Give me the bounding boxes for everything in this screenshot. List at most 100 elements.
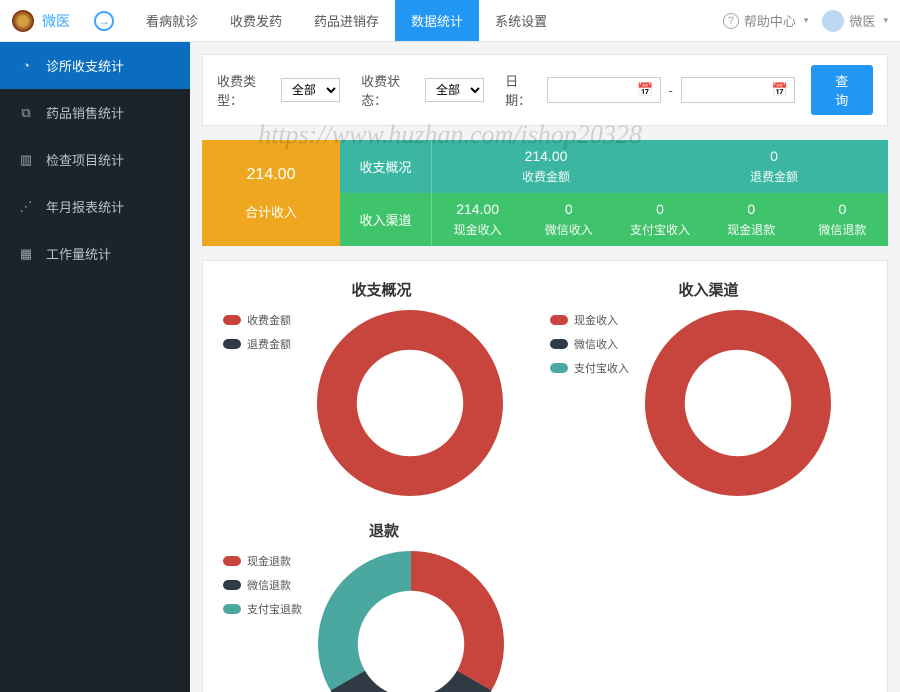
- date-from-input[interactable]: 📅: [547, 77, 661, 103]
- legend-label: 支付宝退款: [247, 601, 302, 617]
- query-button[interactable]: 查询: [811, 65, 873, 115]
- legend-item: 收费金额: [223, 312, 301, 328]
- chart-title: 收入渠道: [550, 279, 867, 300]
- sidebar-item-label: 检查项目统计: [46, 150, 124, 169]
- summary-cell-value: 0: [770, 148, 778, 164]
- sidebar-item-label: 药品销售统计: [46, 103, 124, 122]
- donut-chart: [643, 308, 833, 498]
- main-content: 收费类型： 全部 收费状态： 全部 日期： 📅 - 📅 查询 214.00 合计…: [190, 42, 900, 692]
- legend-swatch: [223, 604, 241, 614]
- summary-total-label: 合计收入: [245, 202, 297, 221]
- legend-item: 微信退款: [223, 577, 302, 593]
- sidebar-item[interactable]: ◔ 诊所收支统计: [0, 42, 190, 89]
- legend-label: 微信收入: [574, 336, 618, 352]
- help-label: 帮助中心: [744, 11, 796, 30]
- summary-cell-label: 支付宝收入: [630, 221, 690, 238]
- sidebar-item-label: 年月报表统计: [46, 197, 124, 216]
- summary-cell: 0 微信退款: [797, 193, 888, 246]
- summary-cell: 214.00 现金收入: [432, 193, 523, 246]
- sidebar-item-label: 诊所收支统计: [46, 56, 124, 75]
- legend-item: 支付宝收入: [550, 360, 629, 376]
- filter-bar: 收费类型： 全部 收费状态： 全部 日期： 📅 - 📅 查询: [202, 54, 888, 126]
- top-tab[interactable]: 收费发药: [214, 0, 298, 41]
- user-menu[interactable]: 微医 ▾: [822, 10, 888, 32]
- legend-label: 现金收入: [574, 312, 618, 328]
- sidebar-item-label: 工作量统计: [46, 244, 111, 263]
- user-name: 微医: [849, 11, 875, 30]
- bar-icon: ▥: [18, 152, 34, 168]
- legend-item: 现金收入: [550, 312, 629, 328]
- legend-item: 微信收入: [550, 336, 629, 352]
- summary-cell-value: 0: [839, 201, 847, 217]
- legend-label: 支付宝收入: [574, 360, 629, 376]
- legend-swatch: [223, 339, 241, 349]
- summary-cell-label: 收费金额: [522, 168, 570, 185]
- avatar-icon: [822, 10, 844, 32]
- summary-cell: 0 支付宝收入: [614, 193, 705, 246]
- help-link[interactable]: ? 帮助中心 ▾: [723, 11, 809, 30]
- date-sep: -: [669, 83, 673, 98]
- legend-label: 微信退款: [247, 577, 291, 593]
- top-tab[interactable]: 数据统计: [395, 0, 479, 41]
- summary-cell-value: 0: [656, 201, 664, 217]
- legend-swatch: [223, 315, 241, 325]
- topbar: 微医 → 看病就诊收费发药药品进销存数据统计系统设置 ? 帮助中心 ▾ 微医 ▾: [0, 0, 900, 42]
- legend-item: 现金退款: [223, 553, 302, 569]
- chart-title: 收支概况: [223, 279, 540, 300]
- chart-legend: 现金退款微信退款支付宝退款: [223, 549, 302, 617]
- legend-swatch: [223, 580, 241, 590]
- fee-status-label: 收费状态：: [361, 71, 417, 109]
- logo-icon: [12, 10, 34, 32]
- summary-cell-label: 现金收入: [454, 221, 502, 238]
- summary-total-value: 214.00: [247, 166, 296, 184]
- sidebar-item[interactable]: ▥ 检查项目统计: [0, 136, 190, 183]
- top-tab[interactable]: 系统设置: [479, 0, 563, 41]
- summary-cell: 0 退费金额: [660, 140, 888, 193]
- sidebar-item[interactable]: ⧉ 药品销售统计: [0, 89, 190, 136]
- summary-cell: 0现金退款: [706, 193, 797, 246]
- fee-type-select[interactable]: 全部: [281, 78, 340, 102]
- top-tab[interactable]: 药品进销存: [298, 0, 395, 41]
- legend-swatch: [223, 556, 241, 566]
- summary-total: 214.00 合计收入: [202, 140, 340, 246]
- summary-row-overview: 收支概况 214.00 收费金额 0 退费金额: [340, 140, 888, 193]
- legend-label: 现金退款: [247, 553, 291, 569]
- chart-channels: 收入渠道现金收入微信收入支付宝收入: [550, 279, 867, 498]
- fee-type-label: 收费类型：: [217, 71, 273, 109]
- copy-icon: ⧉: [18, 105, 34, 121]
- pie-icon: ◔: [18, 58, 34, 73]
- chevron-down-icon: ▾: [804, 15, 809, 26]
- legend-label: 收费金额: [247, 312, 291, 328]
- charts-panel: 收支概况收费金额退费金额 收入渠道现金收入微信收入支付宝收入 退款现金退款微信退…: [202, 260, 888, 692]
- summary-cell-label: 微信退款: [818, 221, 866, 238]
- summary-cell: 214.00 收费金额: [432, 140, 660, 193]
- top-tabs: 看病就诊收费发药药品进销存数据统计系统设置: [130, 0, 563, 41]
- legend-item: 支付宝退款: [223, 601, 302, 617]
- legend-swatch: [550, 315, 568, 325]
- fee-status-select[interactable]: 全部: [425, 78, 484, 102]
- sidebar-item[interactable]: ⋰年月报表统计: [0, 183, 190, 230]
- chart-legend: 现金收入微信收入支付宝收入: [550, 308, 629, 376]
- calendar-icon: 📅: [771, 82, 787, 98]
- donut-chart: [315, 308, 505, 498]
- sidebar-item[interactable]: ▦ 工作量统计: [0, 230, 190, 277]
- summary-row-label: 收入渠道: [340, 193, 432, 246]
- legend-label: 退费金额: [247, 336, 291, 352]
- calendar-icon: 📅: [637, 82, 653, 98]
- summary-cards: 214.00 合计收入 收支概况 214.00 收费金额 0 退费金额 收入渠道 21…: [202, 140, 888, 246]
- summary-cell-label: 退费金额: [750, 168, 798, 185]
- date-label: 日期：: [505, 71, 539, 109]
- grid-icon: ▦: [18, 246, 34, 262]
- summary-cell-value: 214.00: [456, 201, 499, 217]
- legend-item: 退费金额: [223, 336, 301, 352]
- summary-cell-value: 0: [565, 201, 573, 217]
- chart-legend: 收费金额退费金额: [223, 308, 301, 352]
- chart-title: 退款: [223, 520, 545, 541]
- date-to-input[interactable]: 📅: [681, 77, 795, 103]
- summary-cell-label: 现金退款: [727, 221, 775, 238]
- summary-row-label: 收支概况: [340, 140, 432, 193]
- top-tab[interactable]: 看病就诊: [130, 0, 214, 41]
- summary-cell-value: 214.00: [525, 148, 568, 164]
- chart-overview: 收支概况收费金额退费金额: [223, 279, 540, 498]
- refresh-icon[interactable]: →: [94, 11, 114, 31]
